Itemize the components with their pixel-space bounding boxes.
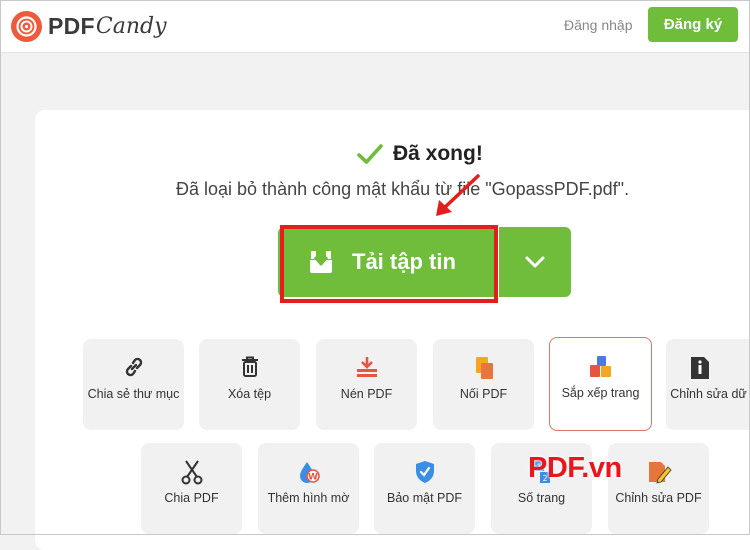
tool-label: Nối PDF xyxy=(459,387,508,401)
tool-label: Chia PDF xyxy=(164,491,219,505)
compress-icon xyxy=(316,355,417,381)
watermark-icon: W xyxy=(258,459,359,485)
download-label: Tải tập tin xyxy=(352,249,456,274)
svg-text:W: W xyxy=(308,473,318,483)
tool-label: Thêm hình mờ xyxy=(267,491,350,505)
annotation-arrow-icon xyxy=(436,174,480,216)
scissors-icon xyxy=(141,459,242,485)
download-button[interactable]: Tải tập tin xyxy=(278,227,496,297)
signup-button[interactable]: Đăng ký xyxy=(648,7,738,42)
tool-delete-file[interactable]: Xóa tệp xyxy=(199,339,300,430)
chevron-down-icon xyxy=(525,256,545,268)
download-options-button[interactable] xyxy=(499,227,571,297)
arrange-pages-icon xyxy=(550,354,651,380)
tool-label: Xóa tệp xyxy=(227,387,272,401)
tool-label: Sắp xếp trang xyxy=(561,386,640,400)
tool-label: Chỉnh sửa PDF xyxy=(615,491,702,505)
logo-text-pdf: PDF xyxy=(48,12,95,39)
pdfcandy-logo[interactable]: PDF Candy xyxy=(11,9,167,43)
logo-text-candy: Candy xyxy=(95,13,167,39)
merge-icon xyxy=(433,355,534,381)
tool-label: Bảo mật PDF xyxy=(386,491,463,505)
tool-edit-pdf[interactable]: Chỉnh sửa PDF xyxy=(608,443,709,534)
download-tray-icon xyxy=(310,251,332,273)
tool-arrange-pages[interactable]: Sắp xếp trang xyxy=(549,337,652,431)
login-link[interactable]: Đăng nhập xyxy=(564,17,633,33)
status-message: Đã loại bỏ thành công mật khẩu từ file "… xyxy=(176,179,630,199)
edit-pdf-icon xyxy=(608,459,709,485)
tool-edit-metadata[interactable]: Chỉnh sửa dữ liệu xyxy=(666,339,750,430)
tool-protect-pdf[interactable]: Bảo mật PDF xyxy=(374,443,475,534)
tool-label: Nén PDF xyxy=(340,387,393,401)
status-heading: Đã xong! xyxy=(357,142,483,166)
check-icon xyxy=(357,144,383,164)
site-watermark: PDF.vn xyxy=(528,452,622,484)
status-title: Đã xong! xyxy=(393,142,483,165)
tool-label: Số trang xyxy=(517,491,566,505)
tool-label: Chỉnh sửa dữ liệu xyxy=(670,387,750,401)
info-doc-icon xyxy=(658,355,742,381)
top-header: PDF Candy Đăng nhập Đăng ký xyxy=(0,0,750,53)
shield-icon xyxy=(374,459,475,485)
tool-label: Chia sẻ thư mục xyxy=(87,387,180,401)
tool-split-pdf[interactable]: Chia PDF xyxy=(141,443,242,534)
tool-merge-pdf[interactable]: Nối PDF xyxy=(433,339,534,430)
trash-icon xyxy=(199,355,300,381)
tool-compress-pdf[interactable]: Nén PDF xyxy=(316,339,417,430)
tool-add-watermark[interactable]: W Thêm hình mờ xyxy=(258,443,359,534)
tool-share-folder[interactable]: Chia sẻ thư mục xyxy=(83,339,184,430)
candy-logo-icon xyxy=(11,10,42,42)
link-icon xyxy=(83,355,184,381)
